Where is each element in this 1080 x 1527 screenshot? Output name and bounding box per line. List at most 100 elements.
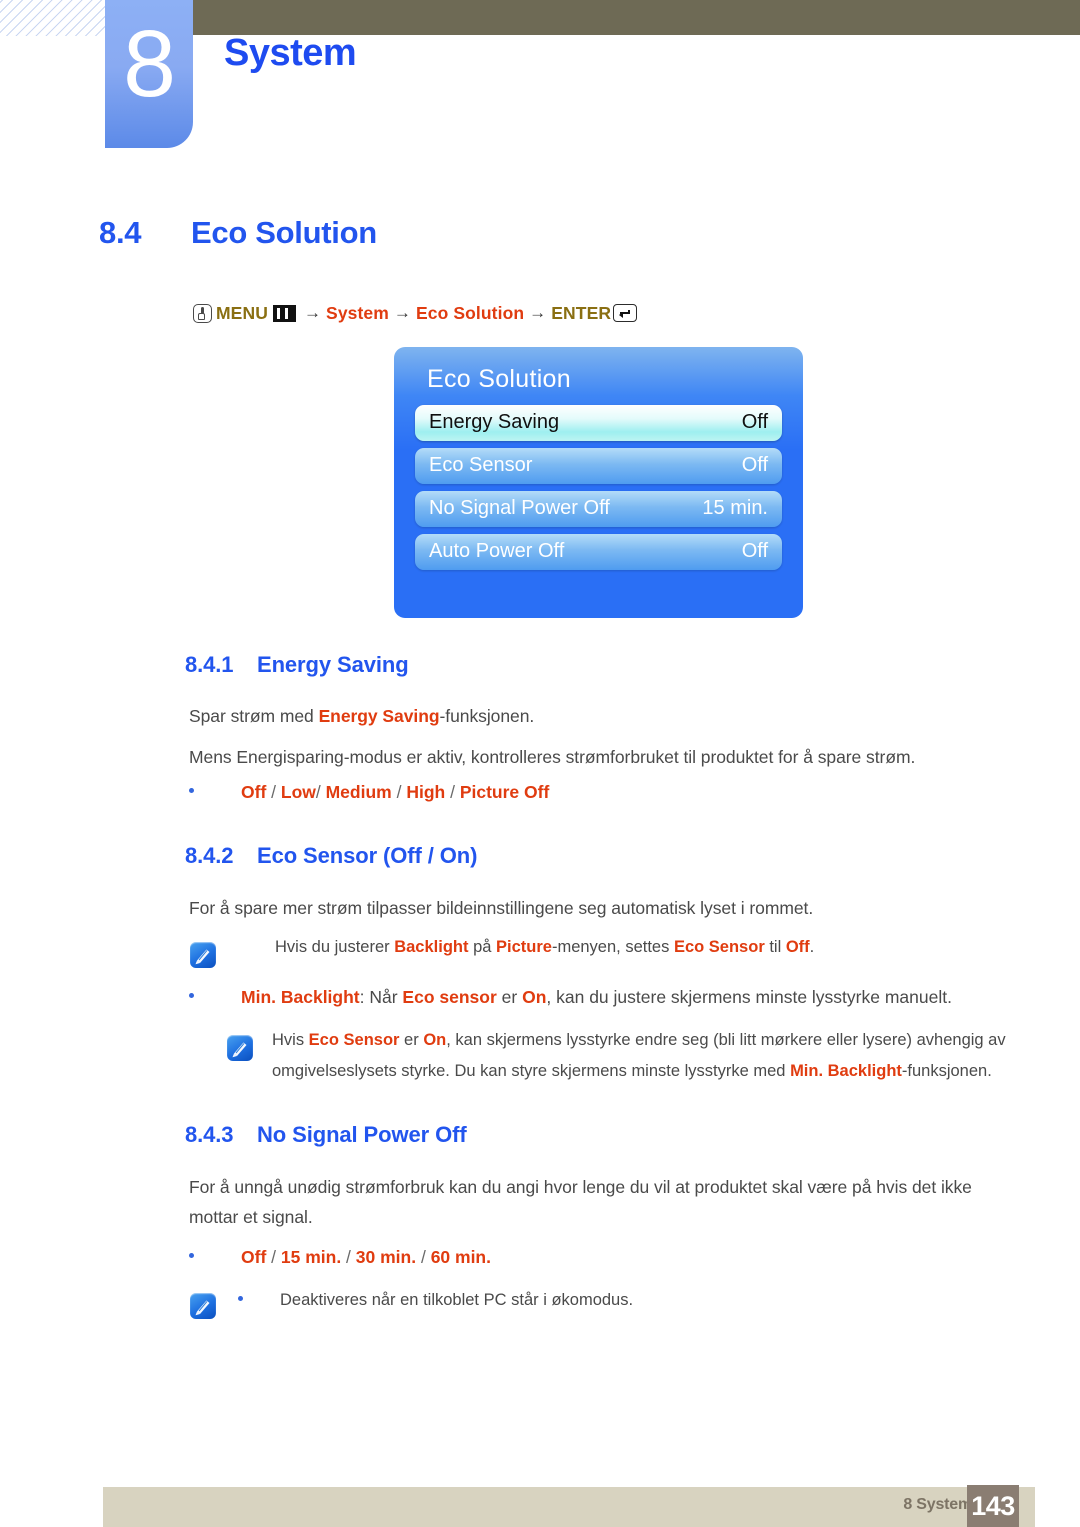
page-number: 143 — [971, 1491, 1015, 1521]
bullet-text: Off / 15 min. / 30 min. / 60 min. — [241, 1243, 889, 1271]
header-olive-bar — [192, 0, 1080, 35]
section-heading: 8.4 Eco Solution — [99, 215, 377, 251]
paragraph-841-1: Spar strøm med Energy Saving-funksjonen. — [189, 701, 889, 731]
text-fragment: på — [468, 938, 497, 956]
text-emphasis: On — [423, 1031, 447, 1049]
text-fragment: . — [809, 938, 815, 956]
text-fragment: til — [764, 938, 786, 956]
separator: / — [416, 1247, 431, 1267]
osd-row-label: No Signal Power Off — [429, 497, 610, 519]
note-pen-icon — [190, 1293, 216, 1319]
subsection-number: 8.4.2 — [185, 843, 234, 868]
bullet-text: Off / Low/ Medium / High / Picture Off — [241, 778, 889, 806]
osd-row-value: Off — [741, 454, 768, 476]
text-fragment: , kan skjermens lysstyrke endre seg (bli… — [446, 1031, 1006, 1049]
subsection-title: Energy Saving — [257, 652, 409, 677]
arrow-icon-2: → — [393, 303, 412, 323]
option-30min: 30 min. — [355, 1247, 417, 1267]
text-fragment: , kan du justere skjermens minste lyssty… — [546, 987, 952, 1007]
paragraph-line-2: mottar et signal. — [189, 1207, 313, 1227]
text-emphasis: On — [522, 987, 547, 1007]
arrow-icon-3: → — [529, 303, 547, 323]
bullet-dot — [189, 788, 194, 793]
header-hatch-pattern — [0, 0, 106, 36]
text-fragment: Hvis du justerer — [275, 938, 395, 956]
note-text-line-2: omgivelseslysets styrke. Du kan styre sk… — [272, 1056, 1047, 1087]
subsection-number: 8.4.1 — [185, 652, 234, 677]
text-fragment: -menyen, settes — [551, 938, 674, 956]
menu-path-step-eco-solution: Eco Solution — [416, 302, 525, 323]
text-emphasis: Min. Backlight — [241, 987, 360, 1007]
footer-text: 8 System — [903, 1496, 972, 1513]
bullet-dot — [189, 1253, 194, 1258]
osd-row-value: Off — [741, 540, 768, 562]
separator: / — [266, 782, 281, 802]
subsection-heading-843: 8.4.3 No Signal Power Off — [185, 1122, 467, 1148]
footer-band — [103, 1487, 1035, 1527]
note-text-line-1: Hvis Eco Sensor er On, kan skjermens lys… — [272, 1025, 1047, 1056]
note-842-2: Hvis Eco Sensor er On, kan skjermens lys… — [272, 1025, 1047, 1087]
menu-path-step-system: System — [326, 302, 389, 323]
note-pen-icon — [190, 942, 216, 968]
chapter-title: System — [224, 32, 357, 74]
text-emphasis: Min. Backlight — [790, 1062, 902, 1080]
bullet-dot — [189, 993, 194, 998]
separator: / — [391, 782, 407, 802]
option-picture-off: Picture Off — [459, 782, 550, 802]
text-emphasis: Off — [785, 938, 810, 956]
text-fragment: er — [496, 987, 523, 1007]
option-medium: Medium — [325, 782, 392, 802]
note-text: Hvis du justerer Backlight på Picture-me… — [275, 932, 1035, 963]
option-60min: 60 min. — [430, 1247, 491, 1267]
text-fragment: : Når — [359, 987, 403, 1007]
text-fragment: -funksjonen. — [901, 1062, 992, 1080]
option-low: Low — [280, 782, 316, 802]
osd-row[interactable]: No Signal Power Off 15 min. — [415, 491, 782, 527]
subsection-number: 8.4.3 — [185, 1122, 234, 1147]
enter-return-icon — [613, 304, 638, 323]
menu-path-enter-label: ENTER — [551, 302, 612, 323]
text-emphasis: Backlight — [394, 938, 469, 956]
osd-row-label: Auto Power Off — [429, 540, 565, 562]
bullet-text: Min. Backlight: Når Eco sensor er On, ka… — [241, 983, 1049, 1011]
paragraph-843-1: For å unngå unødig strømforbruk kan du a… — [189, 1172, 1069, 1232]
chapter-number: 8 — [123, 11, 176, 117]
separator: / — [341, 1247, 356, 1267]
paragraph-842-1: For å spare mer strøm tilpasser bildeinn… — [189, 898, 814, 918]
separator: / — [266, 1247, 281, 1267]
separator: / — [315, 782, 326, 802]
text-fragment: er — [399, 1031, 424, 1049]
osd-row-label: Eco Sensor — [429, 454, 533, 476]
option-high: High — [406, 782, 446, 802]
note-text: Deaktiveres når en tilkoblet PC står i ø… — [280, 1291, 634, 1309]
subsection-title: No Signal Power Off — [257, 1122, 467, 1147]
menu-path-menu-label: MENU — [216, 302, 268, 323]
subsection-title: Eco Sensor (Off / On) — [257, 843, 478, 868]
osd-row[interactable]: Auto Power Off Off — [415, 534, 782, 570]
section-title: Eco Solution — [191, 215, 377, 250]
text-fragment: Hvis — [272, 1031, 309, 1049]
osd-title: Eco Solution — [427, 365, 571, 393]
menu-path: MENU → System → Eco Solution → ENTER — [193, 302, 638, 324]
note-843-1: Deaktiveres når en tilkoblet PC står i ø… — [238, 1286, 938, 1314]
note-pen-icon — [227, 1035, 253, 1061]
option-off: Off — [241, 782, 267, 802]
text-emphasis: Energy Saving — [318, 706, 440, 726]
bullet-843-options: Off / 15 min. / 30 min. / 60 min. — [189, 1243, 889, 1271]
bullet-842-min-backlight: Min. Backlight: Når Eco sensor er On, ka… — [189, 983, 1049, 1011]
osd-row[interactable]: Energy Saving Off — [415, 405, 782, 441]
subsection-heading-842: 8.4.2 Eco Sensor (Off / On) — [185, 843, 477, 869]
text-fragment: Spar strøm med — [189, 706, 319, 726]
osd-row-list: Energy Saving Off Eco Sensor Off No Sign… — [415, 405, 782, 577]
text-emphasis: Eco Sensor — [308, 1031, 400, 1049]
subsection-heading-841: 8.4.1 Energy Saving — [185, 652, 409, 678]
hand-press-icon — [193, 303, 212, 323]
bullet-dot — [238, 1296, 243, 1301]
menu-bars-icon — [272, 304, 296, 322]
text-emphasis: Eco sensor — [402, 987, 497, 1007]
paragraph-841-2: Mens Energisparing-modus er aktiv, kontr… — [189, 747, 916, 767]
paragraph-line-1: For å unngå unødig strømforbruk kan du a… — [189, 1177, 972, 1197]
text-emphasis: Eco Sensor — [673, 938, 765, 956]
separator: / — [445, 782, 460, 802]
osd-row[interactable]: Eco Sensor Off — [415, 448, 782, 484]
